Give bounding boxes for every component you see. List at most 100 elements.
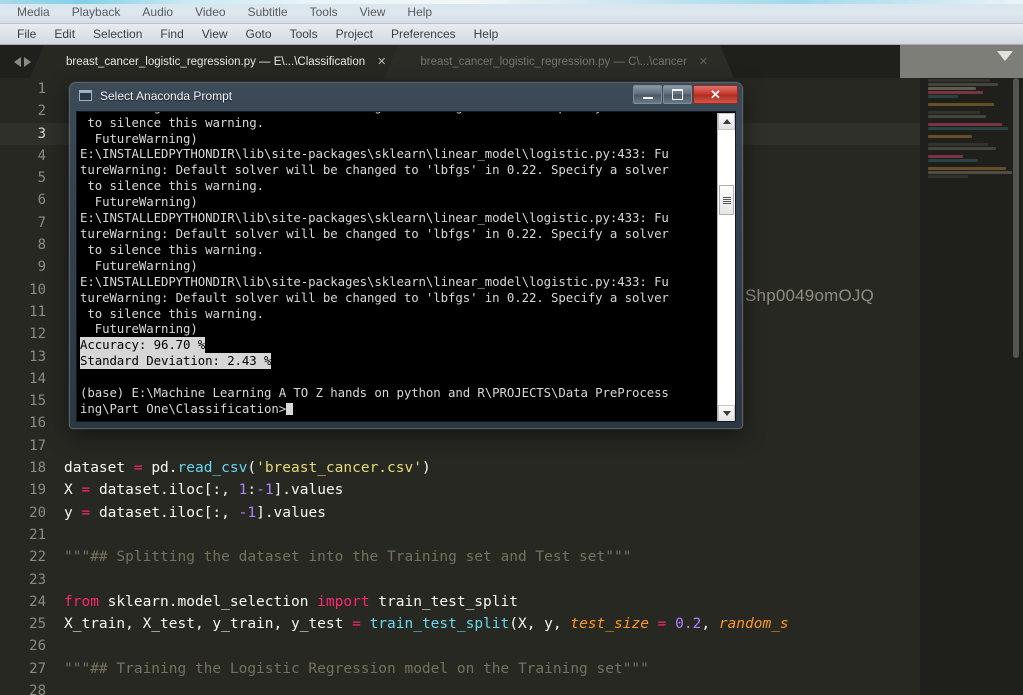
menu-item-edit[interactable]: Edit [45, 25, 84, 44]
menu-item-view[interactable]: View [193, 25, 237, 44]
code-line-source [56, 167, 64, 189]
code-line[interactable]: 25 X_train, X_test, y_train, y_test = tra… [0, 613, 920, 635]
line-number: 23 [29, 571, 46, 588]
editor-menubar: File Edit Selection Find View Goto Tools… [0, 24, 1023, 45]
line-number: 15 [29, 393, 46, 410]
window-controls: ✕ [633, 85, 738, 104]
code-token: 0.2 [675, 616, 702, 633]
code-token: train_test_split [369, 616, 510, 633]
code-line[interactable]: 23 [0, 569, 920, 591]
code-line[interactable]: 26 [0, 635, 920, 657]
console-output-line: FutureWarning) [80, 194, 198, 210]
line-number: 25 [29, 616, 46, 633]
code-token: train_test_split [378, 593, 518, 610]
code-line-source [56, 368, 64, 390]
code-line[interactable]: 19 X = dataset.iloc[:, 1:-1].values [0, 479, 920, 501]
code-line-source [56, 412, 64, 434]
console-scrollbar-thumb[interactable] [719, 185, 734, 215]
console-output-area[interactable]: to silence this warning. FutureWarning) E… [76, 111, 736, 422]
console-prompt-line: (base) E:\Machine Learning A TO Z hands … [80, 385, 669, 401]
code-token: -1 [238, 504, 257, 521]
line-number: 18 [29, 460, 46, 477]
line-number: 16 [29, 415, 46, 432]
code-token: ) [421, 460, 431, 477]
scroll-up-icon[interactable] [718, 113, 735, 130]
code-line-source [56, 279, 64, 301]
code-line-source [56, 435, 64, 457]
code-line[interactable]: 24 from sklearn.model_selection import tr… [0, 591, 920, 613]
tab-breast-cancer-classification[interactable]: breast_cancer_logistic_regression.py — E… [29, 45, 413, 78]
console-prompt-line-continued[interactable]: ing\Part One\Classification> [80, 401, 710, 417]
code-token: X_train, X_test, y_train, y_test [64, 616, 353, 633]
console-output-line: FutureWarning) [80, 257, 198, 273]
tab-breast-cancer-cancer[interactable]: breast_cancer_logistic_regression.py — C… [384, 45, 734, 78]
media-menu-item-tools[interactable]: Tools [299, 2, 349, 22]
close-icon[interactable]: ✕ [699, 55, 708, 68]
code-token: : [247, 482, 257, 499]
line-number: 3 [37, 125, 46, 142]
code-line[interactable]: 28 [0, 680, 920, 695]
menu-item-tools[interactable]: Tools [281, 25, 327, 44]
menu-item-project[interactable]: Project [327, 25, 382, 44]
code-line-source [56, 680, 64, 695]
code-line-source [56, 234, 64, 256]
media-menu-item-help[interactable]: Help [396, 2, 443, 22]
minimap-scrollbar[interactable] [1013, 78, 1019, 358]
menu-item-selection[interactable]: Selection [84, 25, 151, 44]
code-line[interactable]: 22 """## Splitting the dataset into the T… [0, 546, 920, 568]
code-token: pd. [151, 460, 178, 477]
media-menu-item-subtitle[interactable]: Subtitle [237, 2, 299, 22]
code-token: = [657, 616, 676, 633]
code-line-source: """## Training the Logistic Regression m… [56, 658, 649, 680]
line-number: 1 [37, 81, 46, 97]
line-number: 11 [29, 303, 46, 320]
menu-item-find[interactable]: Find [151, 25, 192, 44]
code-token: 'breast_cancer.csv' [256, 460, 422, 477]
anaconda-prompt-window[interactable]: Select Anaconda Prompt ✕ to silence this… [70, 83, 742, 428]
code-line[interactable]: 27 """## Training the Logistic Regression… [0, 658, 920, 680]
code-token: X [64, 482, 82, 499]
console-titlebar[interactable]: Select Anaconda Prompt ✕ [70, 83, 742, 108]
code-token: (X, y, [509, 616, 571, 633]
minimap[interactable] [920, 78, 1023, 695]
line-number: 8 [37, 237, 46, 254]
code-line[interactable]: 18 dataset = pd.read_csv('breast_cancer.c… [0, 457, 920, 479]
tab-prev-icon[interactable] [13, 56, 21, 67]
line-number: 26 [29, 638, 46, 655]
code-line[interactable]: 17 [0, 435, 920, 457]
code-line-source [56, 301, 64, 323]
menu-item-file[interactable]: File [8, 25, 45, 44]
menu-item-preferences[interactable]: Preferences [382, 25, 465, 44]
console-output-line: to silence this warning. [80, 178, 264, 194]
console-scrollbar[interactable] [717, 113, 735, 421]
cmd-window-icon [79, 90, 92, 101]
console-output-line: to silence this warning. [80, 305, 264, 321]
media-menu-item-playback[interactable]: Playback [61, 2, 132, 22]
code-line-source: """## Splitting the dataset into the Tra… [56, 546, 631, 568]
code-line-source [56, 145, 64, 167]
maximize-button[interactable] [663, 85, 692, 104]
menu-item-goto[interactable]: Goto [237, 25, 281, 44]
media-menu-item-video[interactable]: Video [184, 2, 236, 22]
chevron-down-icon[interactable] [997, 51, 1013, 61]
scroll-down-icon[interactable] [718, 405, 735, 421]
minimize-icon [642, 96, 653, 99]
code-line[interactable]: 20 y = dataset.iloc[:, -1].values [0, 502, 920, 524]
code-line[interactable]: 21 [0, 524, 920, 546]
console-output-line: FutureWarning) [80, 130, 198, 146]
line-number: 20 [29, 504, 46, 521]
console-scrollbar-track[interactable] [718, 130, 735, 405]
media-menu-item-media[interactable]: Media [6, 2, 61, 22]
media-menu-item-audio[interactable]: Audio [131, 2, 184, 22]
minimize-button[interactable] [633, 85, 662, 104]
code-token: = [81, 504, 99, 521]
console-selected-text: Accuracy: 96.70 % [80, 337, 206, 354]
close-button[interactable]: ✕ [693, 85, 738, 104]
console-text: to silence this warning. FutureWarning) E… [80, 112, 710, 417]
media-menu-item-view[interactable]: View [349, 2, 397, 22]
console-output-line: FutureWarning) [80, 321, 198, 337]
menu-item-help[interactable]: Help [465, 25, 508, 44]
code-line-source [56, 323, 64, 345]
code-token: ].values [273, 482, 344, 499]
code-token: y [64, 504, 82, 521]
